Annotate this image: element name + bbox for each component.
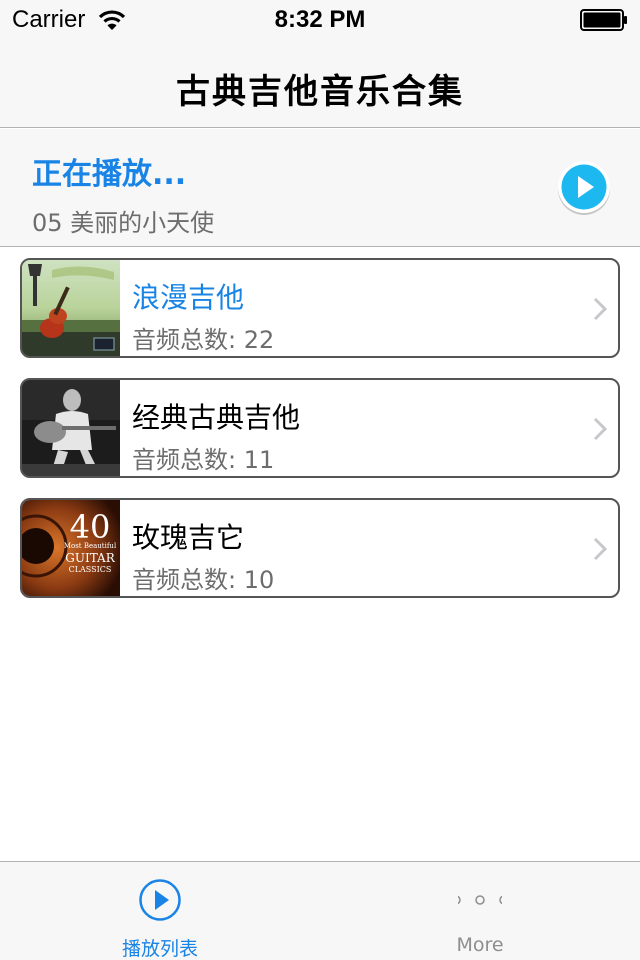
status-bar: Carrier 8:32 PM xyxy=(0,0,640,40)
battery-icon xyxy=(580,9,627,31)
chevron-right-icon xyxy=(593,417,608,441)
play-button[interactable] xyxy=(556,159,612,215)
navigation-bar: 古典吉他音乐合集 xyxy=(0,40,640,128)
album-title: 浪漫吉他 xyxy=(132,281,245,314)
tab-label: 播放列表 xyxy=(121,938,198,960)
now-playing-track: 05 美丽的小天使 xyxy=(32,209,215,237)
tab-label: More xyxy=(456,934,504,956)
album-title: 经典古典吉他 xyxy=(132,401,301,434)
tab-playlist[interactable]: 播放列表 xyxy=(0,862,320,960)
album-row-classical-guitar[interactable]: 经典古典吉他 音频总数: 11 xyxy=(20,378,620,478)
album-row-rose-guitar[interactable]: 40 Most Beautiful GUITAR CLASSICS 玫瑰吉它 音… xyxy=(20,498,620,598)
clock: 8:32 PM xyxy=(274,6,366,33)
album-cover-image xyxy=(22,260,120,356)
cover-number: 40 xyxy=(70,508,111,546)
chevron-right-icon xyxy=(593,537,608,561)
tab-bar: 播放列表 More xyxy=(0,861,640,960)
tab-more[interactable]: More xyxy=(320,862,640,960)
album-cover-image: 40 Most Beautiful GUITAR CLASSICS xyxy=(22,500,120,596)
album-title: 玫瑰吉它 xyxy=(132,521,245,554)
cover-classics-text: CLASSICS xyxy=(69,565,112,574)
more-dots-icon xyxy=(458,895,502,905)
album-cover-image xyxy=(22,380,120,476)
album-track-count: 音频总数: 22 xyxy=(132,326,275,354)
cover-guitar-text: GUITAR xyxy=(65,551,115,565)
album-row-romantic-guitar[interactable]: 浪漫吉他 音频总数: 22 xyxy=(20,258,620,358)
album-track-count: 音频总数: 11 xyxy=(132,446,275,474)
now-playing-label: 正在播放... xyxy=(32,157,187,192)
cover-subtitle: Most Beautiful xyxy=(64,542,117,550)
now-playing-panel[interactable]: 正在播放... 05 美丽的小天使 xyxy=(0,129,640,247)
play-circle-icon xyxy=(139,879,181,921)
chevron-right-icon xyxy=(593,297,608,321)
page-title: 古典吉他音乐合集 xyxy=(176,72,464,112)
album-track-count: 音频总数: 10 xyxy=(132,566,275,594)
album-list: 浪漫吉他 音频总数: 22 经典古典吉他 音频总数: 11 40 Most Be… xyxy=(20,258,620,618)
